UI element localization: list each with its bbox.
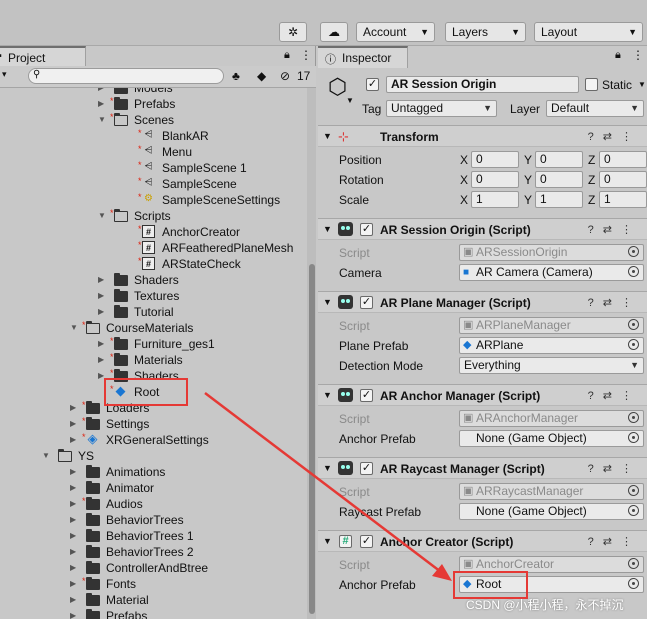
annotation-arrow — [204, 392, 452, 581]
arrow-line — [204, 392, 446, 576]
watermark: CSDN @小程小程，永不掉沉 — [466, 598, 624, 612]
